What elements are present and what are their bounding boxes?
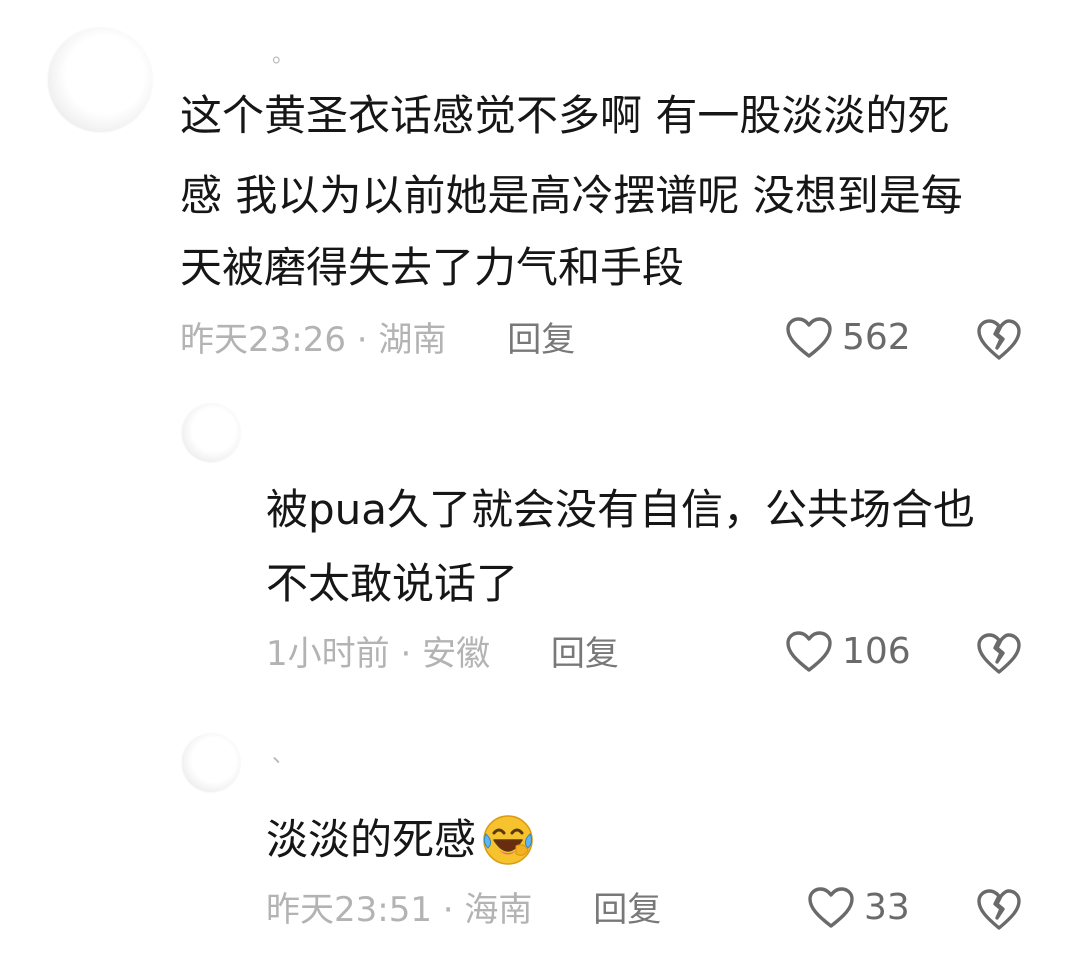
comment-text-line: 这个黄圣衣话感觉不多啊 有一股淡淡的死: [180, 91, 950, 140]
comment-location: 湖南: [378, 320, 447, 360]
like-button[interactable]: 33: [806, 886, 910, 930]
reply-button[interactable]: 回复: [507, 320, 575, 360]
reply-button[interactable]: 回复: [593, 890, 661, 930]
heart-outline-icon: [786, 317, 832, 358]
like-button[interactable]: 106: [784, 630, 911, 674]
comment-text-line: 天被磨得失去了力气和手段: [180, 243, 685, 292]
comment-meta: 1小时前 · 安徽 回复: [266, 632, 619, 676]
heart-outline-icon: [786, 631, 832, 672]
comment-text-line: 不太敢说话了: [266, 559, 519, 608]
comment-meta: 昨天23:51 · 海南 回复: [266, 888, 661, 932]
avatar[interactable]: [182, 404, 240, 462]
meta-separator: ·: [431, 890, 465, 930]
comment-text-content: 淡淡的死感: [266, 815, 477, 864]
comment-time: 1小时前: [266, 634, 390, 674]
comment-time: 昨天23:26: [180, 320, 346, 360]
commenter-nickname[interactable]: 。: [272, 42, 296, 70]
comment-location: 安徽: [422, 634, 491, 674]
like-count: 106: [842, 631, 911, 672]
like-button[interactable]: 562: [784, 316, 911, 360]
laughing-crying-emoji-icon: [483, 815, 533, 865]
comment-meta: 昨天23:26 · 湖南 回复: [180, 318, 575, 362]
avatar[interactable]: [182, 734, 240, 792]
comment-text-line: 被pua久了就会没有自信，公共场合也: [266, 485, 976, 534]
like-count: 562: [842, 317, 911, 358]
comment-text: 淡淡的死感: [266, 800, 536, 880]
comment-text-line: 感 我以为以前她是高冷摆谱呢 没想到是每: [180, 171, 963, 220]
reply-button[interactable]: 回复: [551, 634, 619, 674]
broken-heart-icon[interactable]: [976, 888, 1022, 932]
like-count: 33: [864, 887, 910, 928]
broken-heart-icon[interactable]: [976, 632, 1022, 676]
meta-separator: ·: [345, 320, 379, 360]
meta-separator: ·: [389, 634, 423, 674]
broken-heart-icon[interactable]: [976, 318, 1022, 362]
comment-time: 昨天23:51: [266, 890, 432, 930]
commenter-nickname[interactable]: 、: [272, 742, 296, 770]
avatar[interactable]: [48, 28, 152, 132]
heart-outline-icon: [808, 887, 854, 928]
comment-location: 海南: [464, 890, 533, 930]
